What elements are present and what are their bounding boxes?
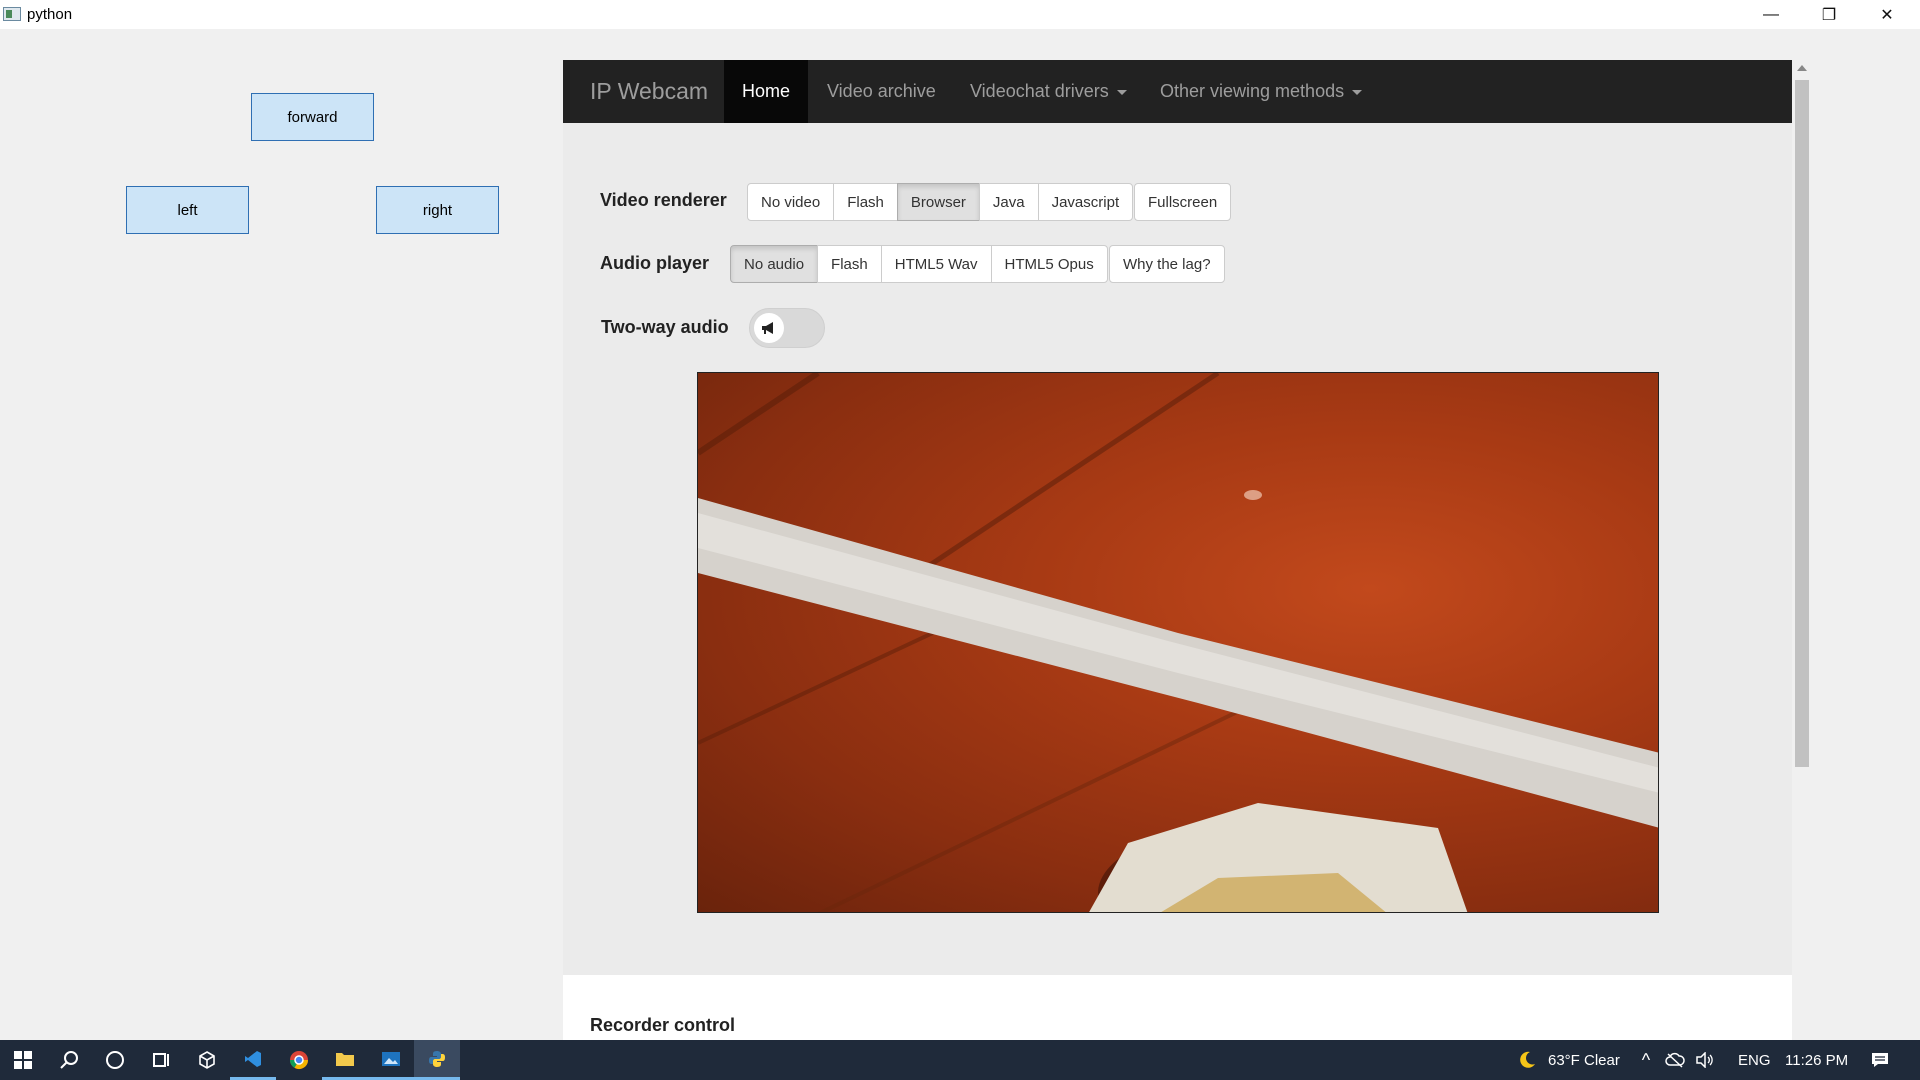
taskbar-3d-app[interactable] [184, 1040, 230, 1080]
audio-html5-opus-button[interactable]: HTML5 Opus [990, 245, 1108, 283]
vertical-scrollbar[interactable] [1792, 60, 1812, 1040]
nav-videochat-drivers-label: Videochat drivers [970, 81, 1109, 101]
why-the-lag-button[interactable]: Why the lag? [1109, 245, 1225, 283]
search-button[interactable] [46, 1040, 92, 1080]
scroll-up-icon[interactable] [1797, 65, 1807, 71]
chrome-icon [290, 1051, 308, 1070]
renderer-flash-button[interactable]: Flash [833, 183, 898, 221]
input-language[interactable]: ENG [1738, 1040, 1771, 1080]
speaker-icon [1696, 1052, 1713, 1068]
nav-home[interactable]: Home [724, 60, 808, 123]
two-way-audio-label: Two-way audio [601, 317, 729, 337]
taskbar-file-explorer[interactable] [322, 1040, 368, 1080]
task-view-button[interactable] [138, 1040, 184, 1080]
action-center-button[interactable] [1857, 1040, 1903, 1080]
top-navbar: IP Webcam Home Video archive Videochat d… [563, 60, 1792, 123]
recorder-panel: Recorder control [563, 975, 1792, 1040]
caret-down-icon [1116, 90, 1127, 95]
network-icon[interactable] [1660, 1040, 1690, 1080]
recorder-control-title: Recorder control [590, 1015, 736, 1035]
notification-icon [1872, 1053, 1888, 1067]
toggle-knob [754, 313, 784, 343]
nav-video-archive-label: Video archive [827, 81, 936, 101]
nav-home-label: Home [741, 81, 790, 101]
cube-icon [199, 1051, 215, 1069]
volume-icon[interactable] [1690, 1040, 1720, 1080]
vscode-icon [245, 1050, 261, 1067]
audio-player-label: Audio player [600, 253, 710, 273]
app-icon [3, 7, 21, 21]
moon-icon [1520, 1051, 1535, 1068]
renderer-browser-button[interactable]: Browser [896, 183, 980, 221]
show-hidden-icons-chevron-icon[interactable]: ^ [1632, 1040, 1660, 1080]
nav-videochat-drivers[interactable]: Videochat drivers [970, 60, 1127, 123]
renderer-no-video-button[interactable]: No video [747, 183, 835, 221]
minimize-button[interactable]: — [1742, 0, 1800, 29]
cortana-button[interactable] [92, 1040, 138, 1080]
fullscreen-button[interactable]: Fullscreen [1134, 183, 1232, 221]
window-titlebar: python — ❐ ✕ [0, 0, 1920, 29]
taskbar-clock[interactable]: 11:26 PM [1785, 1040, 1848, 1080]
taskbar-vscode[interactable] [230, 1040, 276, 1080]
cortana-circle-icon [106, 1051, 124, 1069]
window-title: python [27, 6, 73, 23]
nav-video-archive[interactable]: Video archive [827, 60, 936, 123]
forward-button[interactable]: forward [251, 93, 374, 141]
right-button[interactable]: right [376, 186, 499, 234]
megaphone-icon [762, 322, 773, 334]
video-stream [697, 372, 1659, 913]
weather-text[interactable]: 63°F Clear [1548, 1040, 1620, 1080]
network-cloud-icon [1665, 1052, 1685, 1068]
webcam-webview: IP Webcam Home Video archive Videochat d… [563, 60, 1792, 1040]
task-view-icon [153, 1053, 169, 1067]
photo-app-icon [382, 1051, 400, 1066]
taskbar-photos[interactable] [368, 1040, 414, 1080]
audio-flash-button[interactable]: Flash [817, 245, 882, 283]
search-icon [60, 1051, 78, 1069]
nav-other-viewing-methods-label: Other viewing methods [1160, 81, 1345, 101]
two-way-audio-toggle[interactable] [749, 308, 825, 348]
renderer-javascript-button[interactable]: Javascript [1037, 183, 1134, 221]
taskbar-chrome[interactable] [276, 1040, 322, 1080]
windows-logo-icon [14, 1051, 32, 1069]
renderer-java-button[interactable]: Java [978, 183, 1039, 221]
brand-link[interactable]: IP Webcam [590, 78, 708, 105]
nav-other-viewing-methods[interactable]: Other viewing methods [1160, 60, 1363, 123]
restore-button[interactable]: ❐ [1800, 0, 1858, 29]
lag-help-group: Why the lag? [1109, 245, 1225, 283]
video-renderer-group: No video Flash Browser Java Javascript [747, 183, 1134, 221]
start-button[interactable] [0, 1040, 46, 1080]
fullscreen-group: Fullscreen [1134, 183, 1232, 221]
folder-icon [336, 1052, 354, 1066]
audio-no-audio-button[interactable]: No audio [730, 245, 819, 283]
python-icon [429, 1050, 445, 1067]
audio-html5-wav-button[interactable]: HTML5 Wav [880, 245, 992, 283]
close-button[interactable]: ✕ [1858, 0, 1916, 29]
weather-moon-icon[interactable] [1504, 1040, 1550, 1080]
camera-frame-image [698, 373, 1658, 912]
taskbar-python[interactable] [414, 1040, 460, 1080]
scroll-thumb[interactable] [1795, 80, 1809, 767]
audio-player-group: No audio Flash HTML5 Wav HTML5 Opus [730, 245, 1108, 283]
left-button[interactable]: left [126, 186, 249, 234]
video-renderer-label: Video renderer [600, 190, 727, 210]
windows-taskbar: 63°F Clear ^ ENG 11:26 PM [0, 1040, 1920, 1080]
caret-down-icon [1352, 90, 1363, 95]
